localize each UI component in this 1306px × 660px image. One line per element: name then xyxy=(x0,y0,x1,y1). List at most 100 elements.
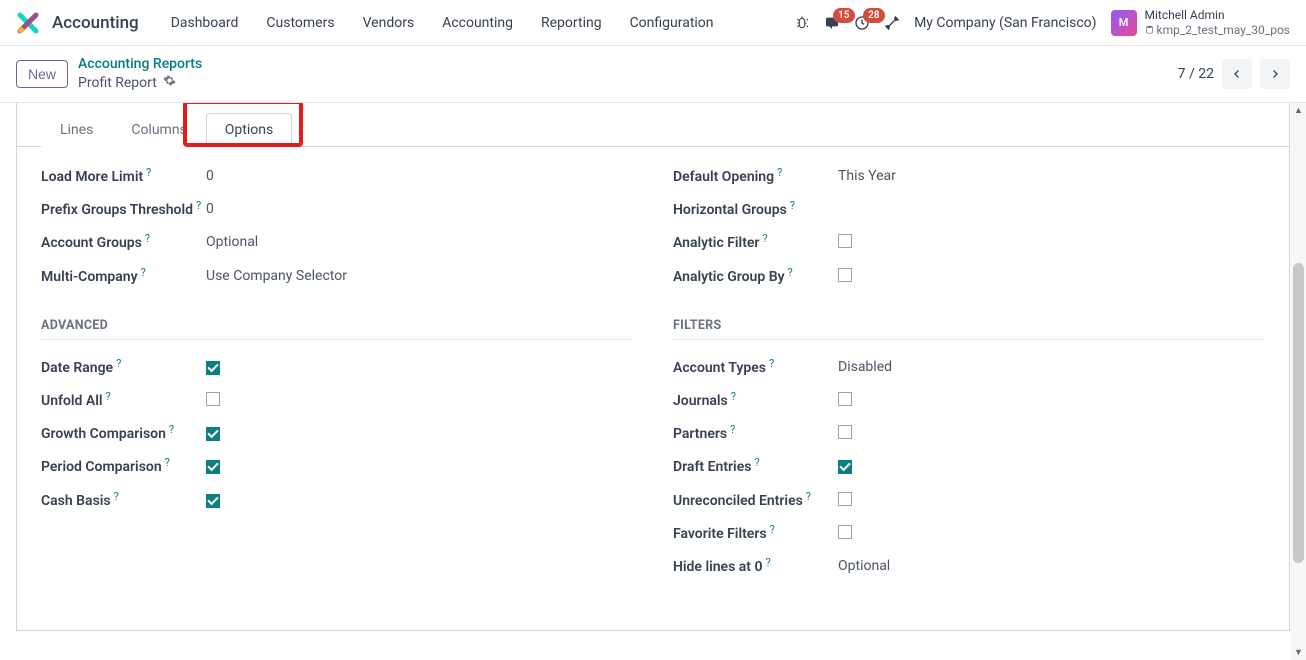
scroll-down-icon[interactable]: ▼ xyxy=(1291,645,1306,660)
help-icon[interactable]: ? xyxy=(770,523,775,537)
help-icon[interactable]: ? xyxy=(765,556,770,570)
checkbox-partners[interactable] xyxy=(838,425,852,439)
pager-prev-button[interactable] xyxy=(1222,59,1252,89)
tab-columns[interactable]: Columns xyxy=(112,113,205,147)
breadcrumb-parent[interactable]: Accounting Reports xyxy=(78,55,202,73)
value-multi-company[interactable]: Use Company Selector xyxy=(206,267,633,284)
messages-badge: 15 xyxy=(833,8,854,23)
breadcrumb-current: Profit Report xyxy=(78,74,157,92)
label-partners: Partners xyxy=(673,425,727,443)
app-name[interactable]: Accounting xyxy=(52,13,139,33)
checkbox-period-comparison[interactable] xyxy=(206,460,220,474)
help-icon[interactable]: ? xyxy=(145,232,150,246)
menu-vendors[interactable]: Vendors xyxy=(351,9,427,37)
help-icon[interactable]: ? xyxy=(165,456,170,470)
label-unfold-all: Unfold All xyxy=(41,392,103,410)
notebook-tabs: Lines Columns Options xyxy=(17,103,1289,147)
value-horizontal-groups[interactable] xyxy=(838,200,1265,201)
messages-icon[interactable]: 15 xyxy=(824,15,840,31)
top-navbar: Accounting Dashboard Customers Vendors A… xyxy=(0,0,1306,46)
label-load-more-limit: Load More Limit xyxy=(41,168,143,186)
label-draft-entries: Draft Entries xyxy=(673,458,751,476)
help-icon[interactable]: ? xyxy=(754,456,759,470)
label-date-range: Date Range xyxy=(41,359,113,377)
avatar-icon: M xyxy=(1111,10,1137,36)
help-icon[interactable]: ? xyxy=(114,490,119,504)
value-load-more-limit[interactable]: 0 xyxy=(206,167,633,184)
systray: 15 28 My Company (San Francisco) M Mitch… xyxy=(794,8,1290,37)
app-logo-icon[interactable] xyxy=(16,11,40,35)
pager-text[interactable]: 7 / 22 xyxy=(1178,66,1214,82)
pager-next-button[interactable] xyxy=(1260,59,1290,89)
tools-icon[interactable] xyxy=(884,15,900,31)
checkbox-analytic-filter[interactable] xyxy=(838,234,852,248)
checkbox-date-range[interactable] xyxy=(206,361,220,375)
checkbox-favorite-filters[interactable] xyxy=(838,525,852,539)
help-icon[interactable]: ? xyxy=(806,490,811,504)
menu-configuration[interactable]: Configuration xyxy=(618,9,726,37)
label-horizontal-groups: Horizontal Groups xyxy=(673,201,787,219)
menu-dashboard[interactable]: Dashboard xyxy=(159,9,251,37)
activities-badge: 28 xyxy=(863,8,884,23)
activities-icon[interactable]: 28 xyxy=(854,15,870,31)
label-prefix-groups-threshold: Prefix Groups Threshold xyxy=(41,201,193,219)
label-multi-company: Multi-Company xyxy=(41,268,138,286)
help-icon[interactable]: ? xyxy=(169,423,174,437)
checkbox-cash-basis[interactable] xyxy=(206,494,220,508)
label-hide-lines-at-0: Hide lines at 0 xyxy=(673,558,762,576)
checkbox-unreconciled-entries[interactable] xyxy=(838,492,852,506)
checkbox-journals[interactable] xyxy=(838,392,852,406)
user-database: kmp_2_test_may_30_pos xyxy=(1145,23,1290,37)
main-menu: Dashboard Customers Vendors Accounting R… xyxy=(159,9,726,37)
bug-icon[interactable] xyxy=(794,15,810,31)
scroll-up-icon[interactable]: ▲ xyxy=(1291,103,1306,118)
help-icon[interactable]: ? xyxy=(769,357,774,371)
label-account-groups: Account Groups xyxy=(41,234,142,252)
checkbox-draft-entries[interactable] xyxy=(838,460,852,474)
label-default-opening: Default Opening xyxy=(673,168,774,186)
value-hide-lines-at-0[interactable]: Optional xyxy=(838,557,1265,574)
help-icon[interactable]: ? xyxy=(731,390,736,404)
value-account-groups[interactable]: Optional xyxy=(206,233,633,250)
help-icon[interactable]: ? xyxy=(790,199,795,213)
breadcrumb: Accounting Reports Profit Report xyxy=(78,55,202,92)
help-icon[interactable]: ? xyxy=(788,266,793,280)
help-icon[interactable]: ? xyxy=(730,423,735,437)
control-panel: New Accounting Reports Profit Report 7 /… xyxy=(0,46,1306,103)
checkbox-analytic-group-by[interactable] xyxy=(838,268,852,282)
label-analytic-filter: Analytic Filter xyxy=(673,234,759,252)
gear-icon[interactable] xyxy=(163,74,176,93)
label-journals: Journals xyxy=(673,392,728,410)
section-advanced: ADVANCED xyxy=(41,318,633,340)
menu-accounting[interactable]: Accounting xyxy=(430,9,525,37)
checkbox-growth-comparison[interactable] xyxy=(206,427,220,441)
help-icon[interactable]: ? xyxy=(141,266,146,280)
help-icon[interactable]: ? xyxy=(146,166,151,180)
new-button[interactable]: New xyxy=(16,60,68,88)
tab-options[interactable]: Options xyxy=(206,113,292,147)
tab-lines[interactable]: Lines xyxy=(41,113,112,147)
company-switcher[interactable]: My Company (San Francisco) xyxy=(914,15,1096,31)
value-prefix-groups-threshold[interactable]: 0 xyxy=(206,200,633,217)
label-period-comparison: Period Comparison xyxy=(41,458,162,476)
checkbox-unfold-all[interactable] xyxy=(206,392,220,406)
form-view: Lines Columns Options Load More Limit? 0… xyxy=(0,103,1306,660)
menu-reporting[interactable]: Reporting xyxy=(529,9,614,37)
help-icon[interactable]: ? xyxy=(777,166,782,180)
value-default-opening[interactable]: This Year xyxy=(838,167,1265,184)
menu-customers[interactable]: Customers xyxy=(254,9,346,37)
scroll-thumb[interactable] xyxy=(1293,263,1304,563)
label-account-types: Account Types xyxy=(673,359,766,377)
user-menu[interactable]: M Mitchell Admin kmp_2_test_may_30_pos xyxy=(1111,8,1290,37)
help-icon[interactable]: ? xyxy=(762,232,767,246)
form-sheet: Lines Columns Options Load More Limit? 0… xyxy=(16,103,1290,631)
label-cash-basis: Cash Basis xyxy=(41,492,111,510)
value-account-types[interactable]: Disabled xyxy=(838,358,1265,375)
help-icon[interactable]: ? xyxy=(196,199,201,213)
help-icon[interactable]: ? xyxy=(106,390,111,404)
vertical-scrollbar[interactable]: ▲ ▼ xyxy=(1291,103,1306,660)
user-name: Mitchell Admin xyxy=(1145,8,1290,22)
label-unreconciled-entries: Unreconciled Entries xyxy=(673,492,803,510)
section-filters: FILTERS xyxy=(673,318,1265,340)
help-icon[interactable]: ? xyxy=(116,357,121,371)
